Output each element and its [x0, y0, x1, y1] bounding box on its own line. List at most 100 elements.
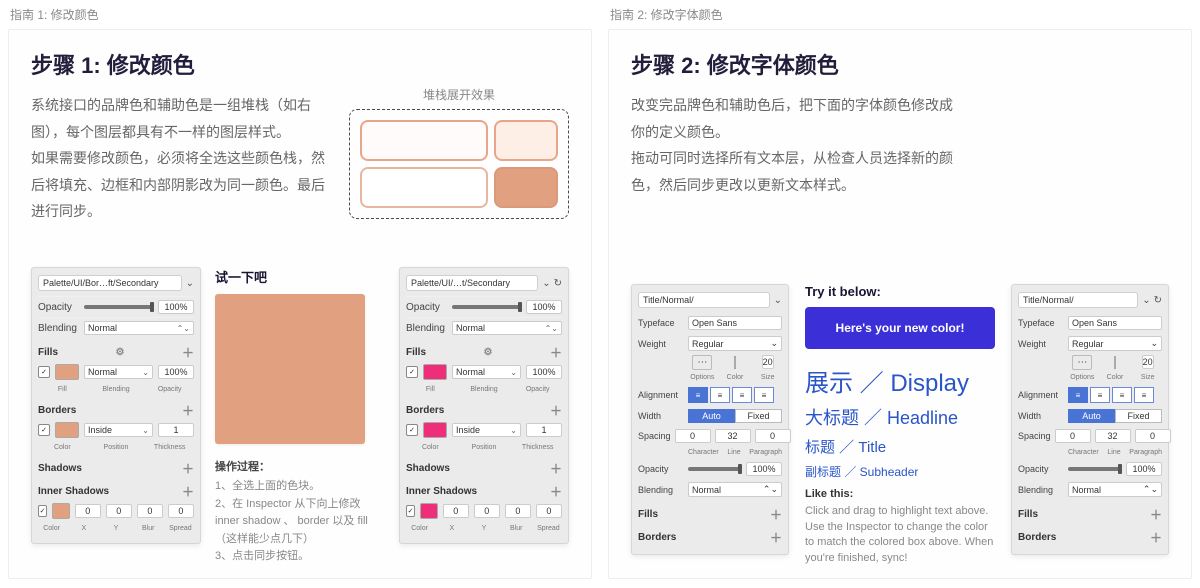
- typo-headline[interactable]: 大标题 ／ Headline: [805, 404, 995, 430]
- add-border-button[interactable]: ＋: [1150, 529, 1162, 546]
- ishadow-enable-checkbox[interactable]: [38, 505, 47, 517]
- align-justify-button[interactable]: ≡: [1134, 387, 1154, 403]
- opacity-value[interactable]: 100%: [158, 300, 194, 314]
- blending-select[interactable]: Normal⌃⌄: [1068, 482, 1162, 497]
- fill-enable-checkbox[interactable]: [38, 366, 50, 378]
- typo-display[interactable]: 展示 ／ Display: [805, 363, 995, 398]
- options-icon[interactable]: ⋯: [692, 355, 712, 370]
- style-path[interactable]: Palette/UI/Bor…ft/Secondary: [38, 275, 182, 291]
- char-spacing-input[interactable]: 0: [1055, 429, 1091, 443]
- width-fixed-button[interactable]: Fixed: [1115, 409, 1162, 423]
- add-shadow-button[interactable]: ＋: [182, 460, 194, 477]
- chevron-down-icon[interactable]: ⌄: [774, 295, 782, 306]
- line-spacing-input[interactable]: 32: [715, 429, 751, 443]
- sync-icon[interactable]: ↻: [554, 278, 562, 289]
- line-spacing-input[interactable]: 32: [1095, 429, 1131, 443]
- typeface-select[interactable]: Open Sans: [688, 316, 782, 330]
- add-shadow-button[interactable]: ＋: [550, 460, 562, 477]
- opacity-slider[interactable]: [84, 305, 154, 309]
- weight-select[interactable]: Regular⌄: [688, 336, 782, 351]
- opacity-slider[interactable]: [1068, 467, 1122, 471]
- inspector-panel-left[interactable]: Palette/UI/Bor…ft/Secondary ⌄ Opacity 10…: [31, 267, 201, 544]
- ishadow-color-chip[interactable]: [420, 503, 438, 519]
- gear-icon[interactable]: ⚙: [116, 347, 125, 358]
- font-size-input[interactable]: 20: [762, 355, 774, 369]
- width-auto-button[interactable]: Auto: [688, 409, 735, 423]
- add-inner-shadow-button[interactable]: ＋: [182, 483, 194, 500]
- fill-enable-checkbox[interactable]: [406, 366, 418, 378]
- ishadow-spread[interactable]: 0: [536, 504, 562, 518]
- ishadow-spread[interactable]: 0: [168, 504, 194, 518]
- width-fixed-button[interactable]: Fixed: [735, 409, 782, 423]
- ishadow-blur[interactable]: 0: [505, 504, 531, 518]
- border-position-select[interactable]: Inside⌄: [84, 423, 153, 437]
- border-thickness-value[interactable]: 1: [526, 423, 562, 437]
- demo-swatch[interactable]: [215, 294, 365, 444]
- text-color-chip[interactable]: [734, 356, 736, 369]
- fill-opacity-value[interactable]: 100%: [526, 365, 562, 379]
- ishadow-x[interactable]: 0: [75, 504, 101, 518]
- weight-select[interactable]: Regular⌄: [1068, 336, 1162, 351]
- chevron-down-icon[interactable]: ⌄: [1142, 295, 1150, 306]
- opacity-value[interactable]: 100%: [526, 300, 562, 314]
- para-spacing-input[interactable]: 0: [1135, 429, 1171, 443]
- border-position-select[interactable]: Inside⌄: [452, 423, 521, 437]
- style-path[interactable]: Palette/UI/…t/Secondary: [406, 275, 538, 291]
- sync-icon[interactable]: ↻: [1154, 295, 1162, 306]
- opacity-value[interactable]: 100%: [1126, 462, 1162, 476]
- inspector-panel-right[interactable]: Palette/UI/…t/Secondary ⌄ ↻ Opacity 100%…: [399, 267, 569, 544]
- typo-title[interactable]: 标题 ／ Title: [805, 436, 995, 457]
- align-left-button[interactable]: ≡: [688, 387, 708, 403]
- add-fill-button[interactable]: ＋: [1150, 506, 1162, 523]
- ishadow-blur[interactable]: 0: [137, 504, 163, 518]
- align-right-button[interactable]: ≡: [732, 387, 752, 403]
- add-inner-shadow-button[interactable]: ＋: [550, 483, 562, 500]
- blending-select[interactable]: Normal⌃⌄: [452, 321, 562, 335]
- blending-select[interactable]: Normal⌃⌄: [84, 321, 194, 335]
- typo-subheader[interactable]: 副标题 ／ Subheader: [805, 463, 995, 480]
- para-spacing-input[interactable]: 0: [755, 429, 791, 443]
- border-enable-checkbox[interactable]: [406, 424, 418, 436]
- add-border-button[interactable]: ＋: [550, 402, 562, 419]
- opacity-slider[interactable]: [688, 467, 742, 471]
- border-thickness-value[interactable]: 1: [158, 423, 194, 437]
- opacity-slider[interactable]: [452, 305, 522, 309]
- border-color-chip[interactable]: [423, 422, 447, 438]
- style-path[interactable]: Title/Normal/: [638, 292, 770, 308]
- fill-opacity-value[interactable]: 100%: [158, 365, 194, 379]
- style-path[interactable]: Title/Normal/: [1018, 292, 1138, 308]
- border-color-chip[interactable]: [55, 422, 79, 438]
- opacity-value[interactable]: 100%: [746, 462, 782, 476]
- gear-icon[interactable]: ⚙: [484, 347, 493, 358]
- new-color-box[interactable]: Here's your new color!: [805, 307, 995, 349]
- align-justify-button[interactable]: ≡: [754, 387, 774, 403]
- width-auto-button[interactable]: Auto: [1068, 409, 1115, 423]
- align-left-button[interactable]: ≡: [1068, 387, 1088, 403]
- font-size-input[interactable]: 20: [1142, 355, 1154, 369]
- ishadow-x[interactable]: 0: [443, 504, 469, 518]
- fill-mode-select[interactable]: Normal⌄: [84, 365, 153, 379]
- text-inspector-left[interactable]: Title/Normal/ ⌄ Typeface Open Sans Weigh…: [631, 284, 789, 555]
- ishadow-y[interactable]: 0: [106, 504, 132, 518]
- options-icon[interactable]: ⋯: [1072, 355, 1092, 370]
- char-spacing-input[interactable]: 0: [675, 429, 711, 443]
- add-border-button[interactable]: ＋: [770, 529, 782, 546]
- add-fill-button[interactable]: ＋: [770, 506, 782, 523]
- ishadow-color-chip[interactable]: [52, 503, 70, 519]
- blending-select[interactable]: Normal⌃⌄: [688, 482, 782, 497]
- add-border-button[interactable]: ＋: [182, 402, 194, 419]
- align-center-button[interactable]: ≡: [1090, 387, 1110, 403]
- text-color-chip[interactable]: [1114, 356, 1116, 369]
- chevron-down-icon[interactable]: ⌄: [542, 278, 550, 289]
- ishadow-y[interactable]: 0: [474, 504, 500, 518]
- align-right-button[interactable]: ≡: [1112, 387, 1132, 403]
- chevron-down-icon[interactable]: ⌄: [186, 278, 194, 289]
- add-fill-button[interactable]: ＋: [550, 344, 562, 361]
- fill-color-chip[interactable]: [55, 364, 79, 380]
- text-inspector-right[interactable]: Title/Normal/ ⌄ ↻ Typeface Open Sans Wei…: [1011, 284, 1169, 555]
- fill-color-chip[interactable]: [423, 364, 447, 380]
- align-center-button[interactable]: ≡: [710, 387, 730, 403]
- add-fill-button[interactable]: ＋: [182, 344, 194, 361]
- typeface-select[interactable]: Open Sans: [1068, 316, 1162, 330]
- ishadow-enable-checkbox[interactable]: [406, 505, 415, 517]
